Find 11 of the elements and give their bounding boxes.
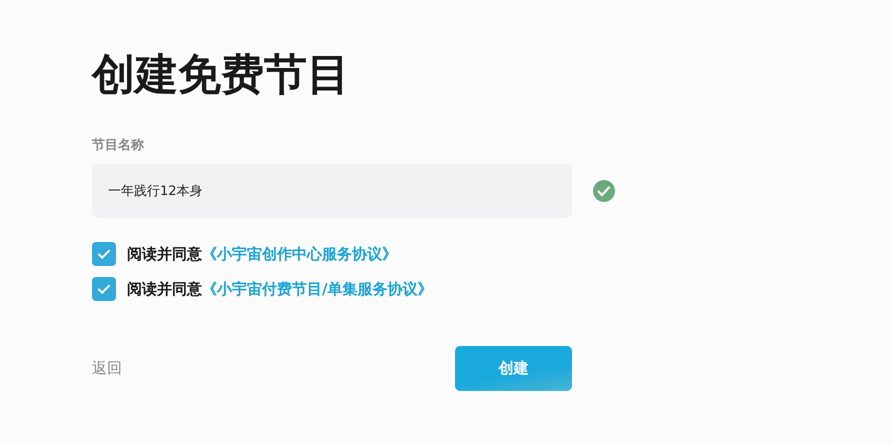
checkbox[interactable]	[92, 277, 116, 301]
checkbox[interactable]	[92, 242, 116, 266]
page-title: 创建免费节目	[92, 49, 351, 102]
back-link[interactable]: 返回	[92, 359, 122, 378]
create-button[interactable]: 创建	[455, 346, 572, 391]
input-field[interactable]: 一年践行12本身	[92, 164, 572, 218]
agreement-text: 阅读并同意	[127, 244, 202, 264]
agreement-link[interactable]: 《小宇宙创作中心服务协议》	[202, 244, 397, 264]
field-label: 节目名称	[92, 137, 145, 154]
agreement-link[interactable]: 《小宇宙付费节目/单集服务协议》	[202, 280, 432, 298]
agreement-text: 阅读并同意	[127, 280, 202, 298]
